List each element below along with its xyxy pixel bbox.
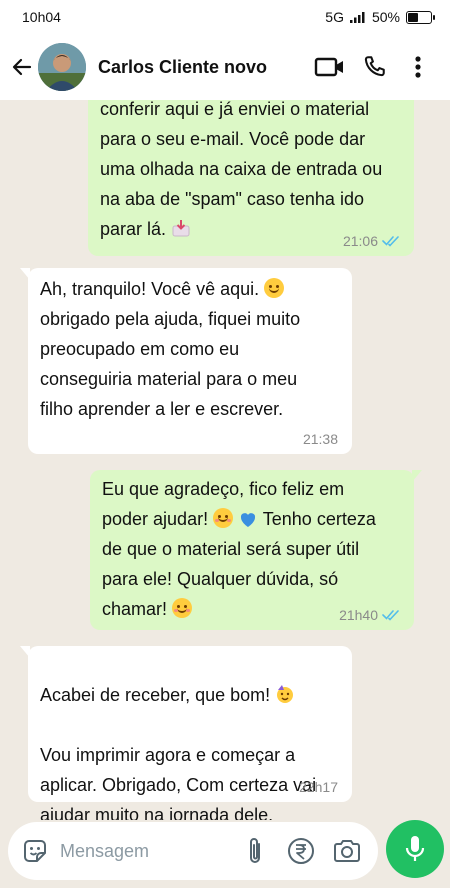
payment-rupee-icon[interactable] xyxy=(282,831,320,871)
message-text: Ah, tranquilo! Você vê aqui. obrigado pe… xyxy=(40,278,301,419)
message-bubble-outgoing[interactable]: Eu que agradeço, fico feliz em poder aju… xyxy=(90,470,422,630)
message-bubble-outgoing[interactable]: conferir aqui e já enviei o material par… xyxy=(88,100,414,256)
message-compose-field[interactable]: Mensagem xyxy=(8,822,378,880)
network-type: 5G xyxy=(325,9,344,25)
message-text: Eu que agradeço, fico feliz em poder aju… xyxy=(102,479,376,619)
message-input-bar: Mensagem xyxy=(0,820,450,888)
camera-icon[interactable] xyxy=(328,831,366,871)
smiling-face-with-smiling-eyes-emoji-icon xyxy=(172,598,193,618)
battery-fill xyxy=(408,12,418,22)
phone-icon[interactable] xyxy=(352,47,396,87)
message-text: Acabei de receber, que bom! Vou imprimir… xyxy=(40,685,317,820)
partying-face-emoji-icon xyxy=(277,685,294,703)
message-time: 21:38 xyxy=(302,431,338,447)
avatar[interactable] xyxy=(38,43,86,91)
battery-percent: 50% xyxy=(371,9,400,25)
read-ticks-icon xyxy=(382,236,399,247)
message-time: 21:06 xyxy=(342,233,378,249)
message-meta: 21h40 xyxy=(339,606,400,624)
chat-area[interactable]: conferir aqui e já enviei o material par… xyxy=(0,100,450,820)
status-indicators: 5G 50% xyxy=(325,9,435,25)
inbox-tray-emoji-icon xyxy=(172,220,190,237)
bubble-tail xyxy=(20,646,30,658)
smiling-face-emoji-icon xyxy=(264,278,285,298)
chat-header: Carlos Cliente novo xyxy=(0,34,450,100)
video-call-icon[interactable] xyxy=(308,47,352,87)
status-bar: 10h04 5G 50% xyxy=(0,0,450,34)
bubble-tail xyxy=(412,470,422,482)
attachment-icon[interactable] xyxy=(236,831,274,871)
sticker-icon[interactable] xyxy=(20,836,50,866)
message-input[interactable]: Mensagem xyxy=(60,841,228,862)
bubble-tail xyxy=(20,268,30,280)
more-options-icon[interactable] xyxy=(396,47,440,87)
message-time: 21h40 xyxy=(339,607,378,623)
message-bubble-incoming[interactable]: Ah, tranquilo! Você vê aqui. obrigado pe… xyxy=(20,268,352,454)
relieved-face-emoji-icon xyxy=(213,508,234,528)
status-time: 10h04 xyxy=(22,9,61,25)
blue-heart-emoji-icon xyxy=(241,513,256,527)
contact-name[interactable]: Carlos Cliente novo xyxy=(98,57,308,78)
signal-icon xyxy=(349,12,365,23)
message-time: 22h17 xyxy=(299,779,338,795)
microphone-icon xyxy=(405,836,425,861)
back-arrow-icon[interactable] xyxy=(8,53,36,81)
battery-icon xyxy=(406,10,435,24)
message-meta: 21:38 xyxy=(303,430,338,448)
message-meta: 22h17 xyxy=(299,778,338,796)
message-text: conferir aqui e já enviei o material par… xyxy=(100,100,383,239)
message-bubble-incoming[interactable]: Acabei de receber, que bom! Vou imprimir… xyxy=(20,646,352,820)
read-ticks-icon xyxy=(382,610,399,621)
microphone-button[interactable] xyxy=(386,820,444,878)
message-meta: 21:06 xyxy=(343,232,400,250)
